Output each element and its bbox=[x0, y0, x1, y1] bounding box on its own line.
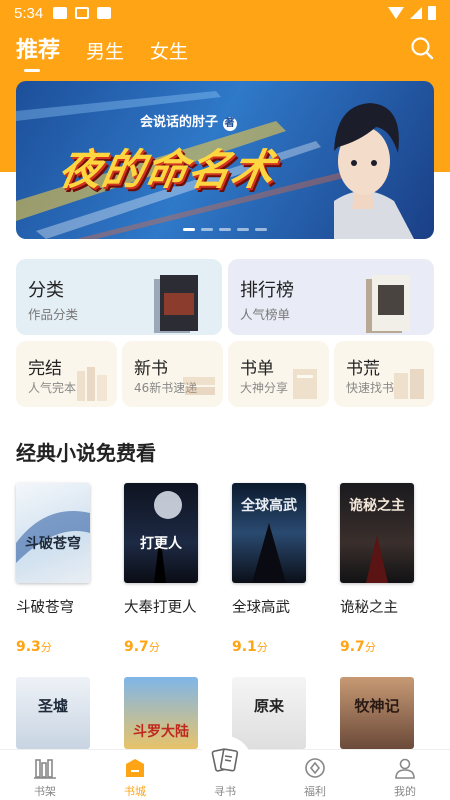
carousel-dot bbox=[255, 228, 267, 231]
book-shortage-card-title: 书荒 bbox=[346, 359, 380, 379]
book-cover[interactable]: 牧神记 bbox=[340, 677, 414, 749]
banner-title: 夜的命名术 bbox=[55, 145, 279, 194]
tab-female[interactable]: 女生 bbox=[150, 37, 188, 72]
books-decor-icon bbox=[183, 377, 215, 395]
nav-label: 书架 bbox=[34, 785, 56, 798]
square-notification-icon bbox=[97, 7, 112, 19]
book-cover: 诡秘之主 bbox=[340, 483, 414, 583]
signal-icon bbox=[410, 7, 422, 19]
nav-bookstore[interactable]: 书城 bbox=[90, 750, 180, 800]
books-decor-icon bbox=[394, 369, 424, 399]
banner-carousel[interactable]: 会说话的肘子 著 夜的命名术 bbox=[16, 81, 434, 239]
a-notification-icon bbox=[75, 7, 90, 19]
carousel-indicator bbox=[16, 228, 434, 231]
book-cover[interactable]: 斗罗大陆 bbox=[124, 677, 198, 749]
wifi-icon bbox=[388, 7, 404, 19]
nav-find-book[interactable]: 寻书 bbox=[180, 736, 270, 800]
search-icon[interactable] bbox=[410, 36, 434, 60]
book-item[interactable]: 打更人 大奉打更人 9.7分 bbox=[124, 483, 204, 655]
book-cover-title: 全球高武 bbox=[241, 498, 297, 514]
book-cover: 全球高武 bbox=[232, 483, 306, 583]
book-title: 全球高武 bbox=[232, 600, 290, 616]
book-cover-title: 诡秘之主 bbox=[349, 498, 405, 514]
book-cover: 打更人 bbox=[124, 483, 198, 583]
book-score: 9.3分 bbox=[16, 639, 52, 655]
books-decor-icon bbox=[293, 369, 317, 399]
book-score: 9.1分 bbox=[232, 639, 268, 655]
carousel-dot bbox=[183, 228, 195, 231]
book-cover-title: 原来 bbox=[253, 697, 284, 715]
book-item[interactable]: 诡秘之主 诡秘之主 9.7分 bbox=[340, 483, 420, 655]
book-cover[interactable]: 圣墟 bbox=[16, 677, 90, 749]
nav-label: 寻书 bbox=[214, 785, 236, 798]
nav-label: 福利 bbox=[304, 785, 326, 798]
booklist-card[interactable]: 书单 大神分享 bbox=[228, 341, 329, 407]
category-card[interactable]: 分类 作品分类 bbox=[16, 259, 222, 335]
books-decor-icon bbox=[77, 367, 107, 401]
profile-icon bbox=[395, 758, 415, 779]
book-item[interactable]: 全球高武 全球高武 9.1分 bbox=[232, 483, 312, 655]
book-stack-icon bbox=[154, 275, 198, 333]
book-cover-title: 打更人 bbox=[140, 536, 182, 552]
book-shortage-card-subtitle: 快速找书 bbox=[346, 381, 395, 395]
carousel-dot bbox=[201, 228, 213, 231]
nav-bookshelf[interactable]: 书架 bbox=[0, 750, 90, 800]
ranking-card[interactable]: 排行榜 人气榜单 bbox=[228, 259, 434, 335]
carousel-dot bbox=[219, 228, 231, 231]
completed-card[interactable]: 完结 人气完本 bbox=[16, 341, 117, 407]
book-score: 9.7分 bbox=[340, 639, 376, 655]
bookstore-icon bbox=[126, 759, 144, 777]
status-time: 5:34 bbox=[14, 4, 44, 22]
find-book-icon bbox=[211, 748, 239, 772]
category-card-subtitle: 作品分类 bbox=[28, 307, 79, 322]
nav-profile[interactable]: 我的 bbox=[360, 750, 450, 800]
nav-label: 我的 bbox=[394, 785, 416, 798]
book-cover-title: 斗破苍穹 bbox=[25, 536, 81, 552]
book-score: 9.7分 bbox=[124, 639, 160, 655]
banner-author: 会说话的肘子 著 bbox=[140, 115, 237, 131]
banner-character-illustration bbox=[334, 103, 414, 239]
category-card-title: 分类 bbox=[28, 280, 64, 301]
book-title: 大奉打更人 bbox=[124, 600, 197, 616]
tab-male[interactable]: 男生 bbox=[86, 37, 124, 72]
book-cover[interactable]: 原来 bbox=[232, 677, 306, 749]
book-cover-title: 斗罗大陆 bbox=[133, 724, 189, 740]
ranking-card-subtitle: 人气榜单 bbox=[240, 307, 291, 322]
completed-card-subtitle: 人气完本 bbox=[28, 381, 77, 395]
status-bar: 5:34 bbox=[0, 0, 450, 26]
book-stack-icon bbox=[366, 275, 410, 333]
nav-label: 书城 bbox=[124, 785, 146, 798]
author-badge: 著 bbox=[222, 117, 237, 131]
bookshelf-icon bbox=[34, 759, 56, 779]
book-cover: 斗破苍穹 bbox=[16, 483, 90, 583]
book-title: 斗破苍穹 bbox=[16, 600, 74, 616]
welfare-icon bbox=[305, 758, 325, 778]
new-books-card-title: 新书 bbox=[134, 359, 168, 379]
book-cover-title: 圣墟 bbox=[37, 697, 68, 715]
completed-card-title: 完结 bbox=[28, 359, 62, 379]
carousel-dot bbox=[237, 228, 249, 231]
ranking-card-title: 排行榜 bbox=[240, 280, 294, 301]
new-books-card[interactable]: 新书 46新书速递 bbox=[122, 341, 223, 407]
booklist-card-title: 书单 bbox=[240, 359, 274, 379]
nav-welfare[interactable]: 福利 bbox=[270, 750, 360, 800]
battery-icon bbox=[428, 6, 436, 20]
book-item[interactable]: 斗破苍穹 斗破苍穹 9.3分 bbox=[16, 483, 96, 655]
top-tabs: 推荐 男生 女生 bbox=[16, 32, 188, 72]
book-cover-title: 牧神记 bbox=[354, 697, 400, 715]
booklist-card-subtitle: 大神分享 bbox=[240, 381, 289, 395]
bottom-navigation: 书架 书城 寻书 福利 我的 bbox=[0, 736, 450, 800]
section-title: 经典小说免费看 bbox=[16, 441, 156, 465]
tab-recommend[interactable]: 推荐 bbox=[16, 32, 60, 72]
book-shortage-card[interactable]: 书荒 快速找书 bbox=[334, 341, 434, 407]
image-notification-icon bbox=[53, 7, 68, 19]
book-title: 诡秘之主 bbox=[340, 600, 398, 616]
